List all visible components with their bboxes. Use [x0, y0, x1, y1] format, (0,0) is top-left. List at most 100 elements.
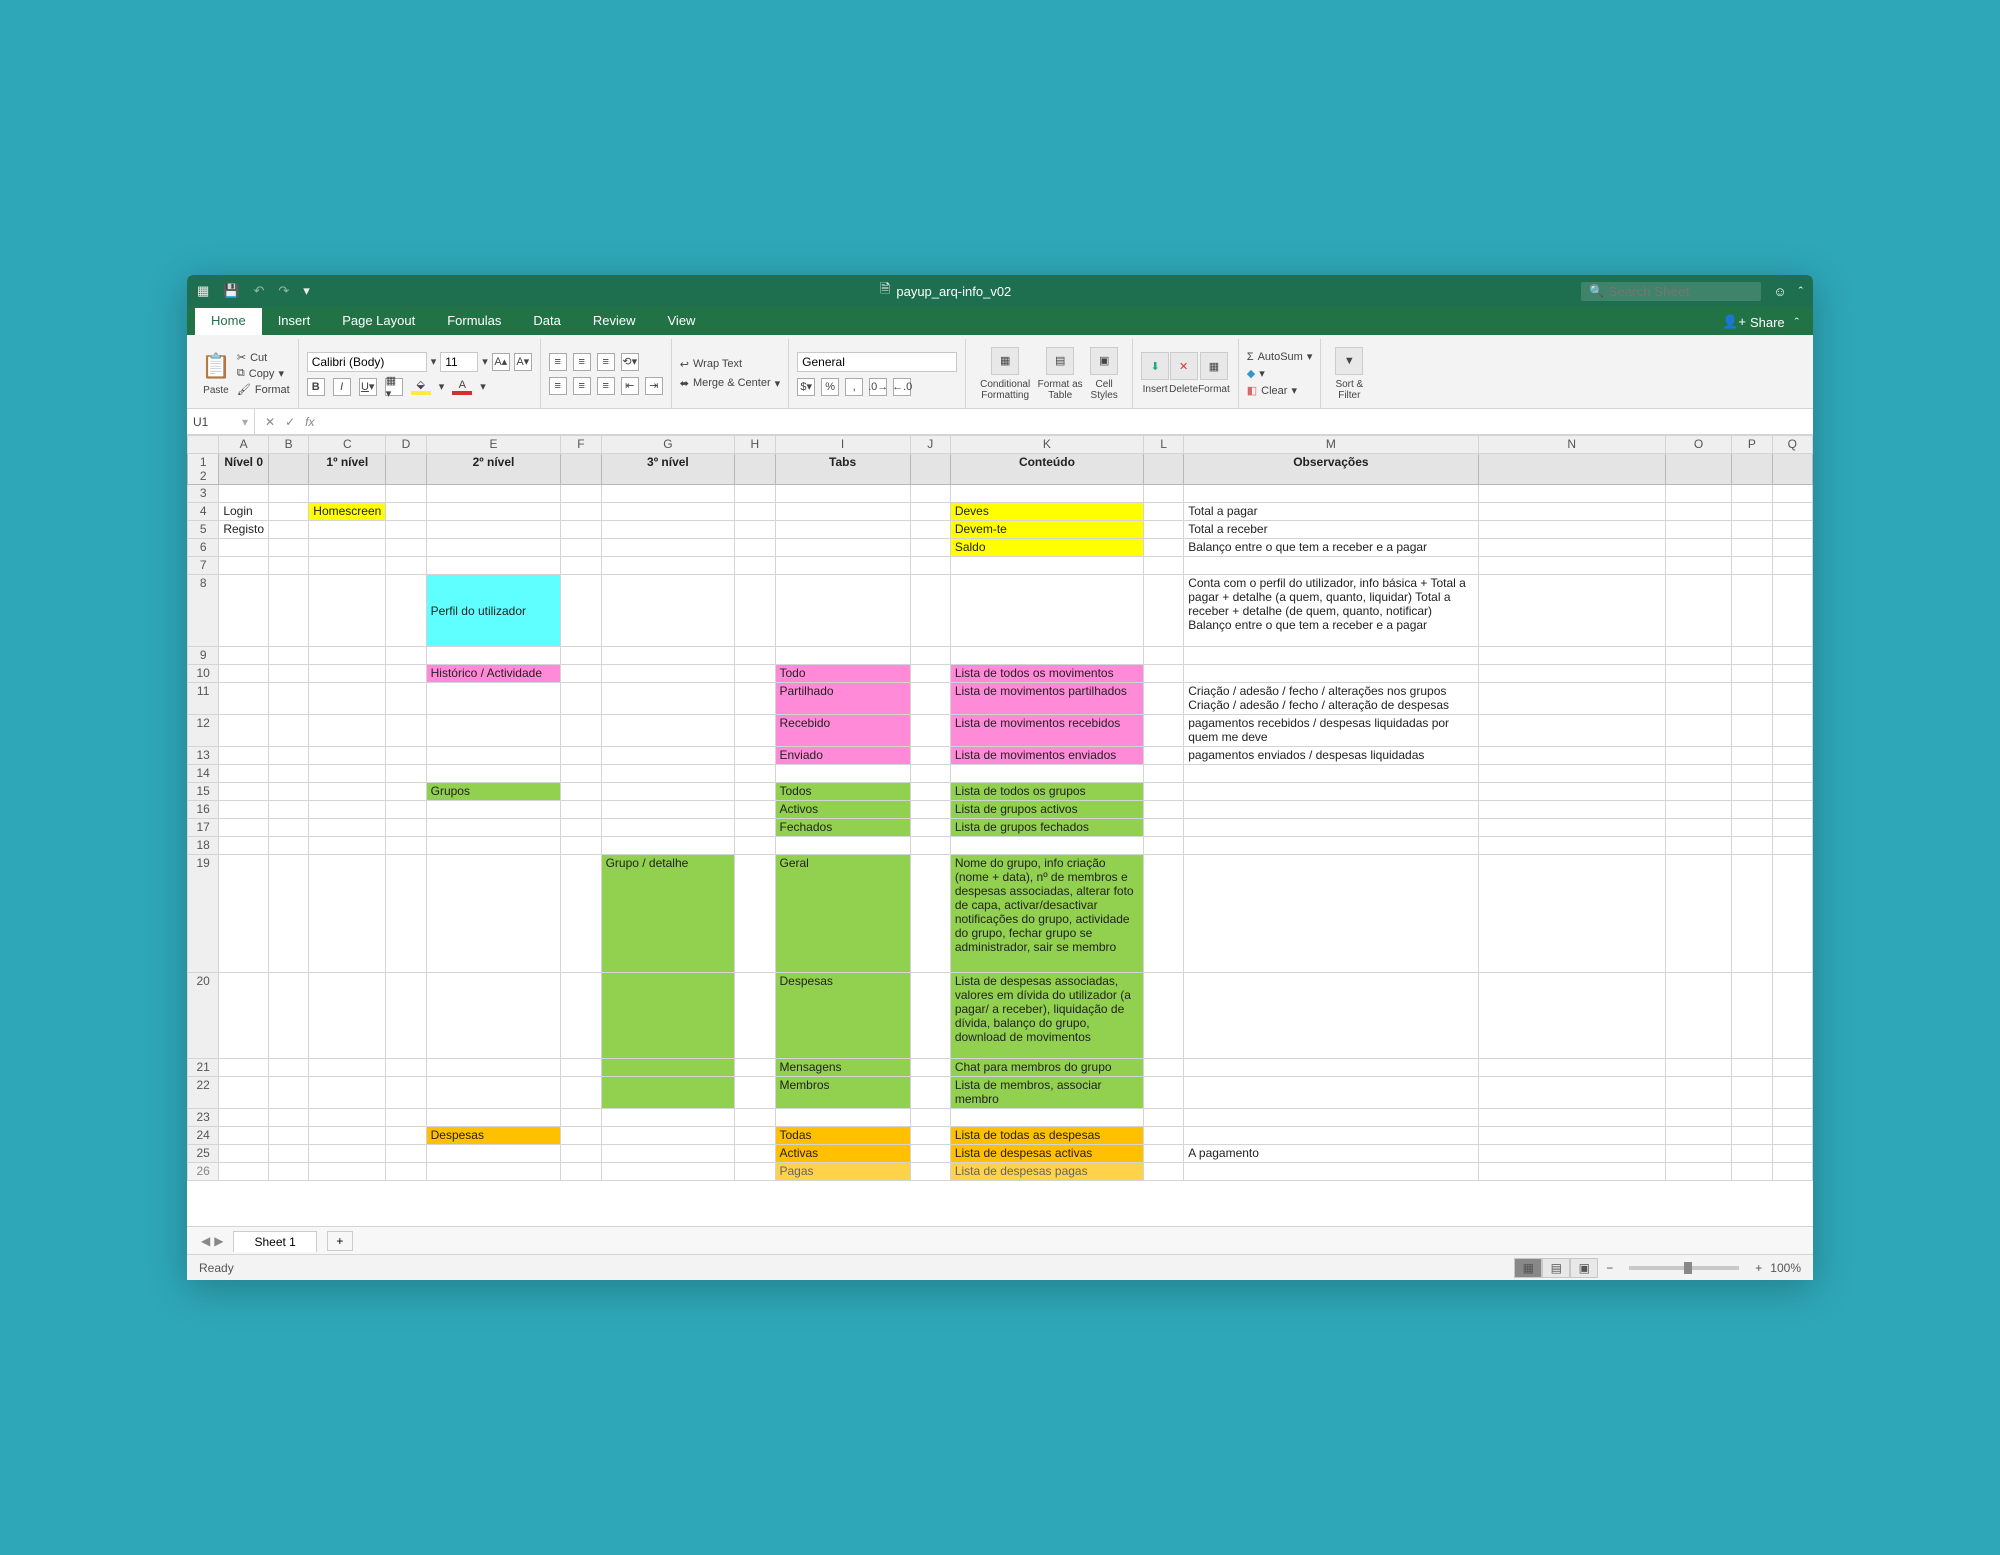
- cell[interactable]: [775, 765, 910, 783]
- col-header-G[interactable]: G: [601, 436, 735, 454]
- cell[interactable]: [601, 765, 735, 783]
- cell[interactable]: [1144, 1109, 1184, 1127]
- cell[interactable]: [910, 837, 950, 855]
- cell[interactable]: [910, 647, 950, 665]
- cell[interactable]: [1732, 557, 1772, 575]
- redo-icon[interactable]: ↷: [278, 283, 289, 299]
- cell[interactable]: [601, 485, 735, 503]
- cell[interactable]: [426, 485, 561, 503]
- merge-center-button[interactable]: ⬌Merge & Center ▾: [680, 377, 780, 390]
- cell[interactable]: [910, 765, 950, 783]
- cell[interactable]: [426, 1109, 561, 1127]
- col-header-E[interactable]: E: [426, 436, 561, 454]
- cell[interactable]: [1478, 485, 1665, 503]
- cell[interactable]: [1478, 557, 1665, 575]
- conditional-formatting-button[interactable]: ▦Conditional Formatting: [974, 339, 1036, 408]
- cell[interactable]: [910, 485, 950, 503]
- cancel-formula-icon[interactable]: ✕: [265, 415, 275, 429]
- cell[interactable]: [1772, 765, 1812, 783]
- col-header-I[interactable]: I: [775, 436, 910, 454]
- col-header-N[interactable]: N: [1478, 436, 1665, 454]
- page-break-view-button[interactable]: ▣: [1570, 1258, 1598, 1278]
- increase-decimal-button[interactable]: .0→: [869, 378, 887, 396]
- cell[interactable]: [309, 837, 386, 855]
- tab-review[interactable]: Review: [577, 308, 652, 335]
- cell[interactable]: [1732, 485, 1772, 503]
- font-name-select[interactable]: [307, 352, 427, 372]
- cell[interactable]: [601, 837, 735, 855]
- cell[interactable]: [950, 647, 1143, 665]
- cell[interactable]: [1665, 1109, 1731, 1127]
- border-button[interactable]: ▦ ▾: [385, 378, 403, 396]
- cell[interactable]: [561, 485, 601, 503]
- percent-button[interactable]: %: [821, 378, 839, 396]
- cell-styles-button[interactable]: ▣Cell Styles: [1084, 339, 1124, 408]
- row-header[interactable]: 12: [188, 454, 219, 485]
- cell[interactable]: [1144, 647, 1184, 665]
- name-box[interactable]: U1▾: [187, 409, 255, 434]
- cell[interactable]: [1732, 837, 1772, 855]
- insert-cells-button[interactable]: ⬇Insert: [1141, 339, 1169, 408]
- cell[interactable]: [1184, 1109, 1478, 1127]
- cell[interactable]: [1772, 1109, 1812, 1127]
- cell[interactable]: [219, 557, 269, 575]
- cell[interactable]: [1144, 765, 1184, 783]
- col-header-P[interactable]: P: [1732, 436, 1772, 454]
- cell[interactable]: [561, 765, 601, 783]
- cell[interactable]: [1184, 557, 1478, 575]
- cell[interactable]: [950, 837, 1143, 855]
- col-header-H[interactable]: H: [735, 436, 775, 454]
- cell[interactable]: [219, 837, 269, 855]
- collapse-ribbon-icon[interactable]: ˆ: [1799, 284, 1803, 299]
- fill-button[interactable]: ◆▾: [1247, 367, 1313, 380]
- cell[interactable]: [1772, 647, 1812, 665]
- cell[interactable]: [426, 765, 561, 783]
- format-as-table-button[interactable]: ▤Format as Table: [1036, 339, 1084, 408]
- decrease-decimal-button[interactable]: ←.0: [893, 378, 911, 396]
- underline-button[interactable]: U ▾: [359, 378, 377, 396]
- cell[interactable]: [735, 485, 775, 503]
- tab-insert[interactable]: Insert: [262, 308, 327, 335]
- cell[interactable]: [910, 557, 950, 575]
- cell[interactable]: [735, 647, 775, 665]
- format-cells-button[interactable]: ▦Format: [1198, 339, 1230, 408]
- cell[interactable]: [386, 1109, 426, 1127]
- col-header-B[interactable]: B: [269, 436, 309, 454]
- zoom-in-button[interactable]: +: [1755, 1261, 1762, 1275]
- cell[interactable]: [269, 647, 309, 665]
- cell[interactable]: [219, 485, 269, 503]
- clear-button[interactable]: ◧Clear ▾: [1247, 384, 1313, 397]
- cell[interactable]: [601, 647, 735, 665]
- cell[interactable]: [219, 765, 269, 783]
- col-header-K[interactable]: K: [950, 436, 1143, 454]
- smiley-icon[interactable]: ☺: [1773, 284, 1786, 299]
- qat-more-icon[interactable]: ▾: [303, 283, 310, 299]
- cell[interactable]: [950, 485, 1143, 503]
- sheet-tab[interactable]: Sheet 1: [233, 1231, 316, 1252]
- cell[interactable]: [561, 1109, 601, 1127]
- cell[interactable]: [309, 1109, 386, 1127]
- orientation-button[interactable]: ⟲▾: [621, 353, 639, 371]
- cell[interactable]: [950, 557, 1143, 575]
- fill-color-button[interactable]: ⬙: [411, 378, 431, 395]
- row-header[interactable]: 18: [188, 837, 219, 855]
- cell[interactable]: [1184, 485, 1478, 503]
- cell[interactable]: [1478, 765, 1665, 783]
- paste-button[interactable]: 📋 Paste: [201, 339, 231, 408]
- cell[interactable]: [386, 485, 426, 503]
- cell[interactable]: [1144, 837, 1184, 855]
- wrap-text-button[interactable]: ↩Wrap Text: [680, 358, 780, 371]
- number-format-select[interactable]: [797, 352, 957, 372]
- col-header-A[interactable]: A: [219, 436, 269, 454]
- cell[interactable]: [309, 485, 386, 503]
- autosum-button[interactable]: ΣAutoSum ▾: [1247, 350, 1313, 363]
- cell[interactable]: [1665, 647, 1731, 665]
- decrease-font-button[interactable]: A▾: [514, 353, 532, 371]
- cell[interactable]: [1478, 647, 1665, 665]
- font-color-button[interactable]: A: [452, 379, 472, 395]
- cell[interactable]: [1478, 1109, 1665, 1127]
- copy-button[interactable]: ⧉Copy ▾: [237, 367, 290, 380]
- align-right-button[interactable]: ≡: [597, 377, 615, 395]
- cell[interactable]: [601, 557, 735, 575]
- col-header-J[interactable]: J: [910, 436, 950, 454]
